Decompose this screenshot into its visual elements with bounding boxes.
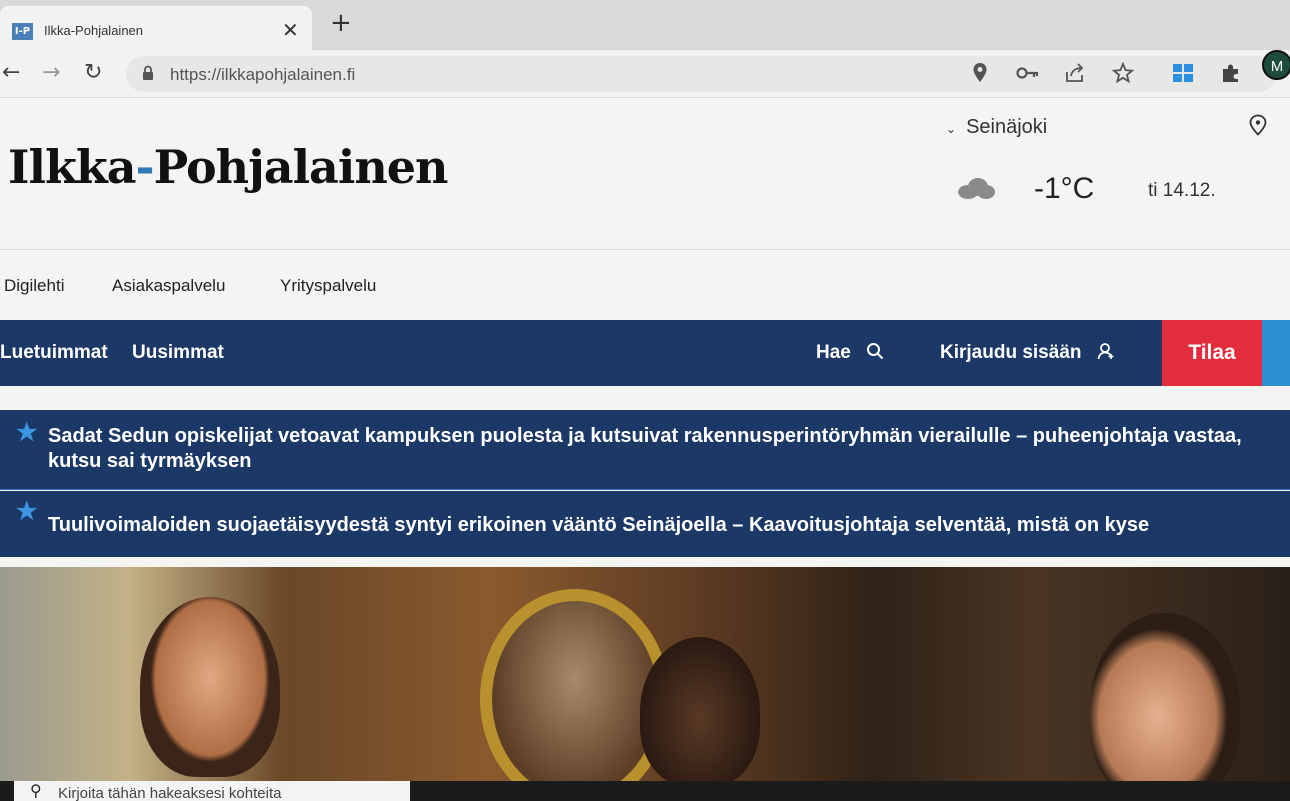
star-icon: ★: [16, 419, 38, 446]
search-icon: [867, 343, 884, 360]
url-text: https://ilkkapohjalainen.fi: [170, 65, 356, 84]
windows-extension-icon[interactable]: [1172, 62, 1194, 84]
logo-part-2: Pohjalainen: [153, 140, 449, 194]
spacer: [0, 386, 1290, 410]
main-nav: Luetuimmat Uusimmat Hae Kirjaudu sisään …: [0, 320, 1290, 386]
person-left: [140, 597, 280, 777]
profile-avatar[interactable]: M: [1262, 50, 1290, 80]
hero-section: [0, 557, 1290, 801]
new-tab-button[interactable]: +: [330, 8, 352, 38]
site-logo[interactable]: Ilkka-Pohjalainen: [8, 140, 449, 194]
chevron-down-icon: ⌄: [946, 122, 957, 136]
back-icon[interactable]: ←: [2, 60, 20, 85]
search-icon: ⚲: [30, 781, 42, 800]
person-center: [640, 637, 760, 787]
reload-icon[interactable]: ↻: [84, 60, 102, 85]
tab-close-icon[interactable]: ✕: [282, 18, 299, 42]
key-icon[interactable]: [1016, 62, 1040, 84]
subnav-item-digilehti[interactable]: Digilehti: [4, 276, 64, 296]
star-icon: ★: [16, 498, 38, 525]
breaking-news-item[interactable]: ★ Tuulivoimaloiden suojaetäisyydestä syn…: [0, 491, 1290, 557]
site-favicon-icon: I-P: [12, 23, 33, 40]
cloud-icon: [958, 178, 995, 199]
address-bar[interactable]: https://ilkkapohjalainen.fi: [126, 56, 1276, 92]
login-button[interactable]: Kirjaudu sisään: [940, 342, 1115, 364]
search-label: Hae: [816, 342, 851, 363]
breaking-news-item[interactable]: ★ Sadat Sedun opiskelijat vetoavat kampu…: [0, 410, 1290, 490]
taskbar-search[interactable]: ⚲ Kirjoita tähän hakeaksesi kohteita: [14, 781, 410, 801]
user-icon: [1097, 343, 1114, 360]
browser-toolbar: ← → ↻ https://ilkkapohjalainen.fi: [0, 50, 1290, 98]
taskbar-search-placeholder: Kirjoita tähän hakeaksesi kohteita: [58, 785, 282, 801]
bookmark-star-icon[interactable]: [1112, 62, 1134, 84]
nav-item-luetuimmat[interactable]: Luetuimmat: [0, 342, 108, 364]
logo-part-1: Ilkka: [8, 140, 137, 194]
location-icon[interactable]: [1248, 114, 1268, 136]
share-icon[interactable]: [1064, 62, 1086, 84]
secondary-nav: Digilehti Asiakaspalvelu Yrityspalvelu: [0, 250, 1290, 320]
subnav-item-yrityspalvelu[interactable]: Yrityspalvelu: [280, 276, 376, 296]
nav-edge-button[interactable]: [1262, 320, 1290, 386]
breaking-headline: Tuulivoimaloiden suojaetäisyydestä synty…: [48, 514, 1150, 536]
breaking-headline: Sadat Sedun opiskelijat vetoavat kampuks…: [48, 425, 1242, 472]
os-taskbar: ⚲ Kirjoita tähän hakeaksesi kohteita: [0, 781, 1290, 801]
date: ti 14.12.: [1148, 180, 1216, 201]
nav-item-uusimmat[interactable]: Uusimmat: [132, 342, 224, 364]
tab-title: Ilkka-Pohjalainen: [44, 23, 144, 38]
lock-icon: [143, 65, 153, 80]
person-right: [1090, 613, 1240, 801]
browser-tab[interactable]: I-P Ilkka-Pohjalainen ✕: [0, 6, 312, 50]
login-label: Kirjaudu sisään: [940, 342, 1082, 363]
logo-dot: -: [135, 140, 155, 194]
extensions-puzzle-icon[interactable]: [1220, 62, 1242, 84]
hero-image[interactable]: [0, 567, 1290, 801]
forward-icon[interactable]: →: [42, 60, 60, 85]
location-pin-icon[interactable]: [972, 62, 988, 84]
browser-tabstrip: I-P Ilkka-Pohjalainen ✕ +: [0, 0, 1290, 50]
search-button[interactable]: Hae: [816, 342, 884, 364]
subscribe-button[interactable]: Tilaa: [1162, 320, 1262, 386]
site-header: Ilkka-Pohjalainen ⌄ Seinäjoki -1°C ti 14.…: [0, 98, 1290, 250]
weather-city-selector[interactable]: ⌄ Seinäjoki: [946, 116, 1047, 139]
temperature: -1°C: [1034, 172, 1095, 205]
subnav-item-asiakaspalvelu[interactable]: Asiakaspalvelu: [112, 276, 225, 296]
weather-city: Seinäjoki: [966, 116, 1048, 138]
